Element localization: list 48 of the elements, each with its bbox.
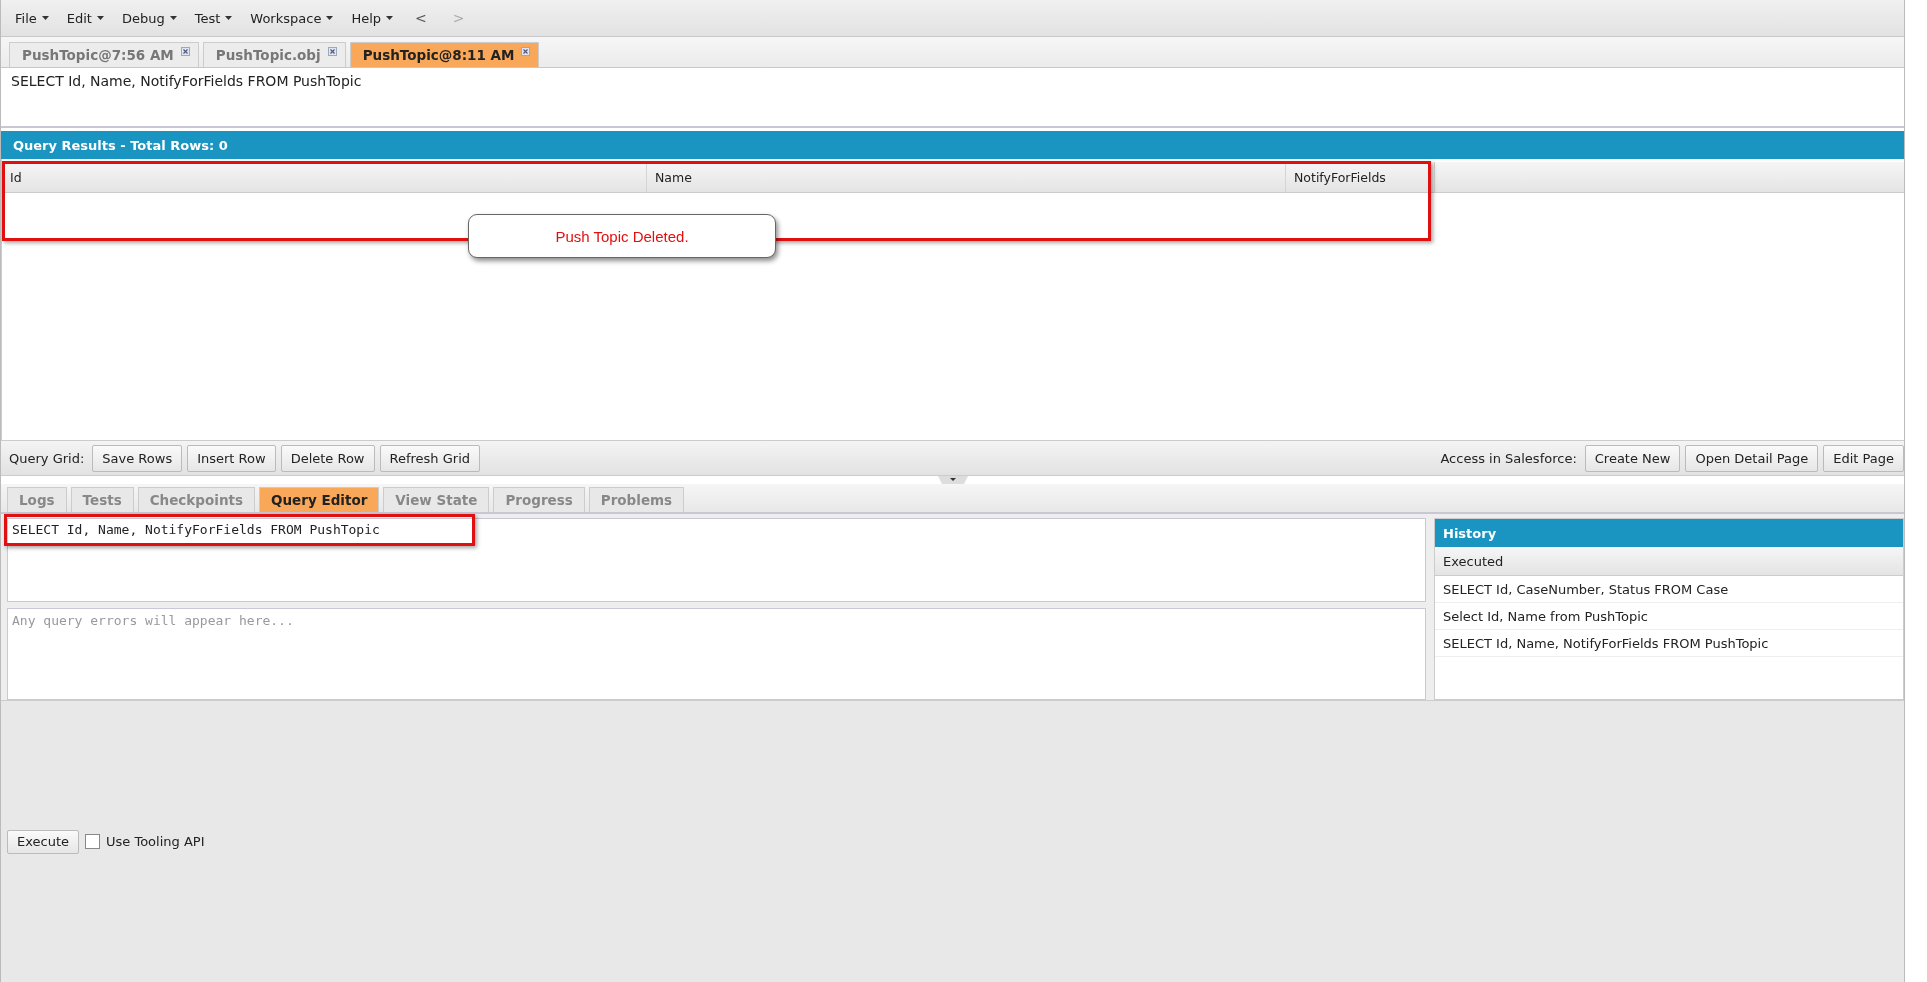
query-editor[interactable]: SELECT Id, Name, NotifyForFields FROM PushTopic [7, 518, 1426, 602]
query-text-area[interactable]: SELECT Id, Name, NotifyForFields FROM PushTopic [1, 68, 1904, 128]
caret-icon [169, 16, 177, 20]
column-header[interactable]: NotifyForFields [1286, 162, 1435, 192]
menu-item[interactable]: Help [351, 10, 394, 26]
back-button[interactable]: < [411, 10, 431, 26]
column-header: Executed [1435, 547, 1903, 576]
toolbar-button[interactable]: Delete Row [280, 444, 375, 472]
history-item[interactable]: SELECT Id, Name, NotifyForFields FROM PushTopic [1435, 630, 1903, 657]
toolbar-button[interactable]: Insert Row [187, 444, 276, 472]
menu-item[interactable]: Workspace [250, 10, 334, 26]
panel-tab[interactable]: Query Editor [259, 487, 380, 512]
menu-item[interactable]: Debug [121, 10, 177, 26]
caret-icon [225, 16, 233, 20]
execute-button[interactable]: Execute [7, 829, 79, 854]
toolbar-label: Access in Salesforce: [1440, 450, 1577, 466]
query-text: SELECT Id, Name, NotifyForFields FROM PushTopic [12, 522, 380, 537]
toolbar-button[interactable]: Edit Page [1823, 444, 1904, 472]
history-title: History [1435, 519, 1903, 547]
file-tab[interactable]: PushTopic@8:11 AM [349, 42, 540, 67]
results-title: Query Results - Total Rows: 0 [13, 137, 228, 153]
errors-field[interactable]: Any query errors will appear here... [7, 608, 1426, 700]
caret-icon [96, 16, 104, 20]
toolbar-button[interactable]: Refresh Grid [379, 444, 481, 472]
checkbox[interactable] [85, 834, 100, 849]
caret-icon [41, 16, 49, 20]
checkbox-label: Use Tooling API [106, 834, 205, 849]
file-tab[interactable]: PushTopic.obj [202, 42, 346, 67]
caret-icon [326, 16, 334, 20]
history-item[interactable]: Select Id, Name from PushTopic [1435, 603, 1903, 630]
collapse-handle[interactable] [937, 476, 968, 484]
history-item[interactable]: SELECT Id, CaseNumber, Status FROM Case [1435, 576, 1903, 603]
menu-item[interactable]: Edit [66, 10, 104, 26]
close-icon[interactable] [180, 47, 190, 56]
file-tab[interactable]: PushTopic@7:56 AM [9, 42, 199, 67]
caret-icon [386, 16, 394, 20]
menu-item[interactable]: File [15, 10, 49, 26]
toolbar-button[interactable]: Save Rows [92, 444, 183, 472]
toolbar-button[interactable]: Open Detail Page [1685, 444, 1819, 472]
menu-item[interactable]: Test [194, 10, 233, 26]
column-header[interactable]: Id [2, 162, 647, 192]
toolbar-button[interactable]: Create New [1584, 444, 1681, 472]
callout: Push Topic Deleted. [468, 214, 776, 258]
close-icon[interactable] [521, 47, 531, 56]
close-icon[interactable] [327, 47, 337, 56]
toolbar-label: Query Grid: [9, 450, 85, 466]
query-text: SELECT Id, Name, NotifyForFields FROM PushTopic [11, 73, 362, 89]
column-header[interactable]: Name [647, 162, 1286, 192]
